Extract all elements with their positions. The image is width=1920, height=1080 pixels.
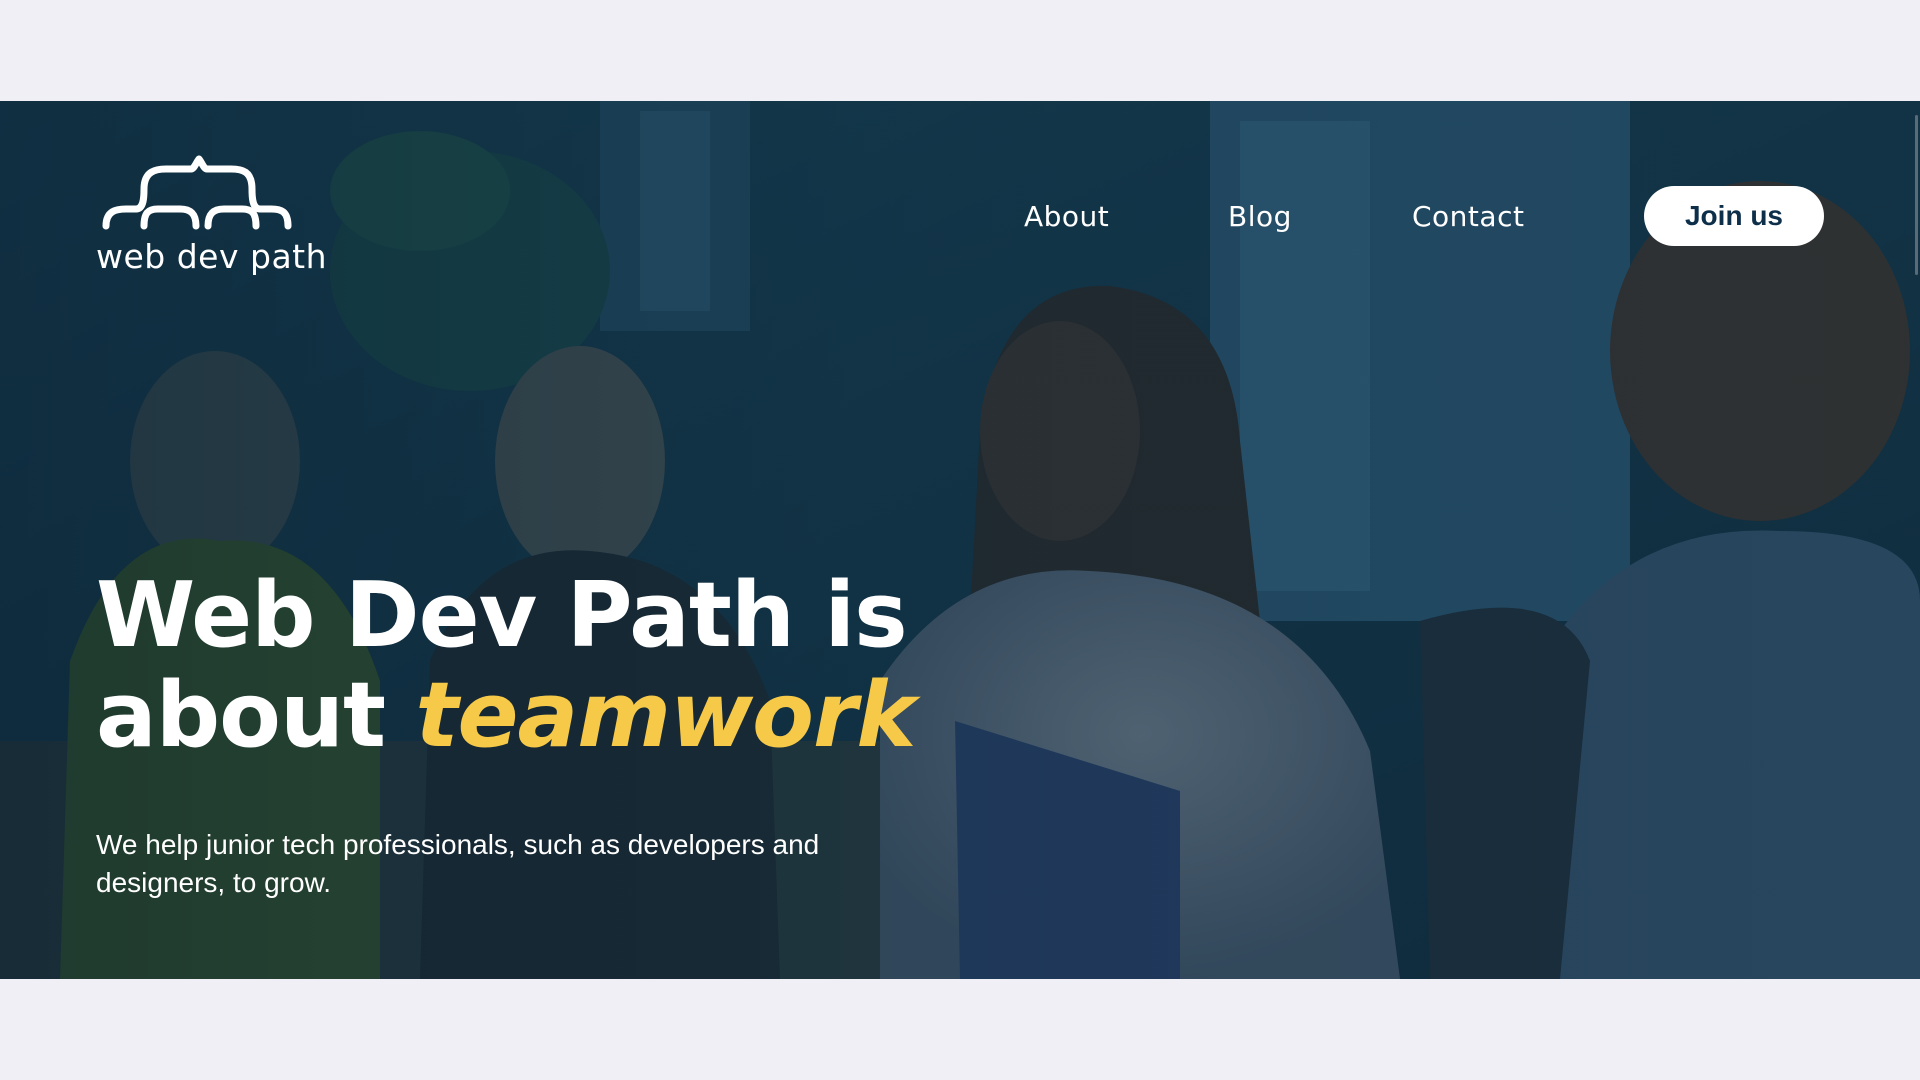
- headline-line-2-prefix: about: [96, 663, 386, 768]
- web-dev-path-logo-icon: [96, 141, 326, 231]
- nav-about-link[interactable]: About: [1024, 200, 1109, 233]
- join-us-button[interactable]: Join us: [1644, 186, 1824, 246]
- hero-headline: Web Dev Path is about teamwork: [96, 563, 916, 768]
- hero-subtext: We help junior tech professionals, such …: [96, 829, 820, 898]
- site-logo[interactable]: web dev path: [96, 141, 328, 276]
- page-scrollbar[interactable]: [1914, 101, 1920, 979]
- nav-blog-link[interactable]: Blog: [1228, 200, 1292, 233]
- nav-contact-link[interactable]: Contact: [1412, 200, 1524, 233]
- logo-text: web dev path: [96, 237, 328, 276]
- headline-line-1: Web Dev Path is: [96, 563, 908, 668]
- scrollbar-thumb[interactable]: [1915, 115, 1918, 275]
- headline-accent-word: teamwork: [415, 663, 916, 768]
- hero-section: web dev path About Blog Contact Join us …: [0, 101, 1920, 979]
